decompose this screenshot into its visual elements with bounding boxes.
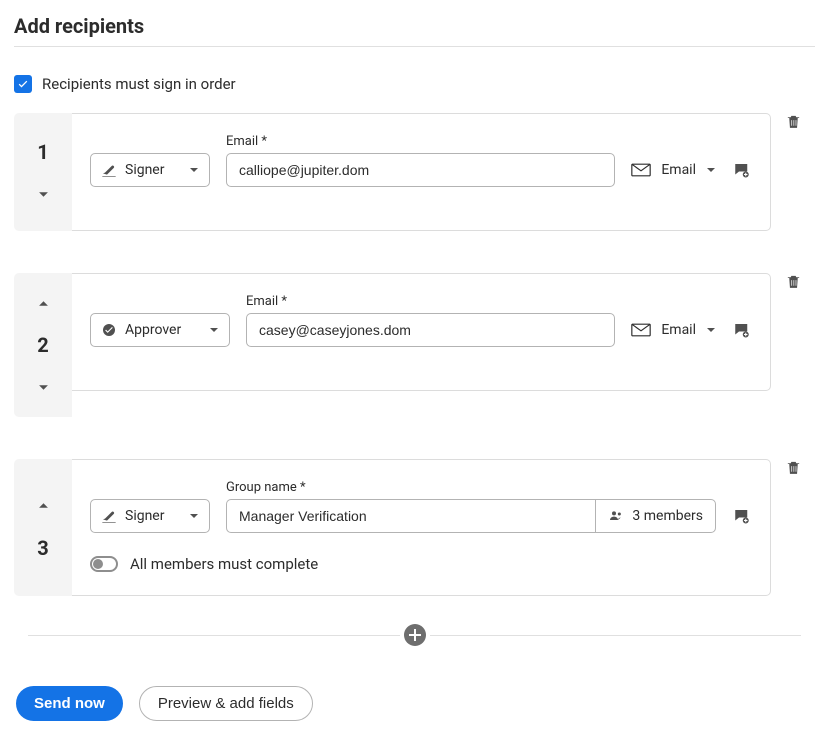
- email-field-wrap: Email *: [246, 294, 615, 347]
- sign-order-checkbox[interactable]: [14, 75, 32, 93]
- email-field-wrap: Email *: [226, 134, 615, 187]
- page-title: Add recipients: [14, 14, 815, 38]
- delivery-select[interactable]: Email: [631, 153, 716, 187]
- role-label: Signer: [125, 162, 181, 178]
- row-actions: [771, 459, 815, 476]
- private-message-button[interactable]: [732, 499, 752, 533]
- chevron-down-icon: [38, 382, 49, 393]
- email-field[interactable]: [226, 153, 615, 187]
- group-name-field[interactable]: [226, 499, 595, 533]
- delete-button[interactable]: [785, 273, 802, 290]
- mail-icon: [631, 163, 651, 177]
- move-down-button[interactable]: [33, 377, 53, 397]
- sign-order-row: Recipients must sign in order: [14, 75, 815, 93]
- email-label: Email *: [246, 294, 615, 309]
- email-label: Email *: [226, 134, 615, 149]
- chevron-down-icon: [706, 165, 716, 175]
- add-recipient-button[interactable]: [404, 624, 426, 646]
- members-label: 3 members: [632, 508, 703, 524]
- private-message-button[interactable]: [732, 313, 752, 347]
- role-select[interactable]: Approver: [90, 313, 230, 347]
- add-recipient-divider: [28, 624, 801, 646]
- pen-icon: [101, 508, 117, 524]
- role-select[interactable]: Signer: [90, 153, 210, 187]
- checkmark-icon: [17, 78, 29, 90]
- members-button[interactable]: 3 members: [595, 499, 716, 533]
- row-actions: [771, 113, 815, 130]
- chevron-up-icon: [38, 500, 49, 511]
- chevron-down-icon: [189, 511, 199, 521]
- toggle-knob: [93, 559, 103, 569]
- trash-icon: [785, 113, 802, 130]
- recipient-row: 1 Signer Email * Email: [14, 113, 815, 231]
- move-up-button[interactable]: [33, 496, 53, 516]
- preview-add-fields-button[interactable]: Preview & add fields: [139, 686, 313, 721]
- trash-icon: [785, 459, 802, 476]
- chevron-down-icon: [189, 165, 199, 175]
- message-plus-icon: [732, 507, 752, 525]
- order-column: 2: [14, 273, 72, 417]
- delete-button[interactable]: [785, 459, 802, 476]
- message-plus-icon: [732, 321, 752, 339]
- chevron-up-icon: [38, 298, 49, 309]
- pen-icon: [101, 162, 117, 178]
- chevron-down-icon: [38, 189, 49, 200]
- chevron-down-icon: [706, 325, 716, 335]
- all-members-toggle[interactable]: [90, 556, 118, 572]
- order-number: 2: [37, 333, 48, 357]
- move-down-button[interactable]: [33, 184, 53, 204]
- card-main-row: Signer Email * Email: [90, 134, 752, 187]
- send-now-button[interactable]: Send now: [16, 686, 123, 721]
- card-main-row: Approver Email * Email: [90, 294, 752, 347]
- all-members-toggle-row: All members must complete: [90, 555, 752, 573]
- all-members-label: All members must complete: [130, 555, 318, 573]
- recipient-card: Signer Group name * 3 members: [72, 459, 771, 596]
- delete-button[interactable]: [785, 113, 802, 130]
- private-message-button[interactable]: [732, 153, 752, 187]
- group-name-field-wrap: Group name * 3 members: [226, 480, 716, 533]
- delivery-select[interactable]: Email: [631, 313, 716, 347]
- recipient-card: Approver Email * Email: [72, 273, 771, 391]
- order-number: 1: [37, 140, 48, 164]
- delivery-label: Email: [661, 322, 696, 338]
- approver-icon: [101, 322, 117, 338]
- card-main-row: Signer Group name * 3 members: [90, 480, 752, 533]
- order-number: 3: [37, 536, 48, 560]
- heading-divider: [14, 46, 815, 47]
- recipient-card: Signer Email * Email: [72, 113, 771, 231]
- trash-icon: [785, 273, 802, 290]
- sign-order-label: Recipients must sign in order: [42, 75, 236, 93]
- plus-icon: [409, 629, 421, 641]
- recipient-row: 3 Signer Group name * 3 members: [14, 459, 815, 596]
- recipient-row: 2 Approver Email * Email: [14, 273, 815, 417]
- members-icon: [608, 508, 624, 524]
- move-up-button[interactable]: [33, 293, 53, 313]
- row-actions: [771, 273, 815, 290]
- email-field[interactable]: [246, 313, 615, 347]
- mail-icon: [631, 323, 651, 337]
- message-plus-icon: [732, 161, 752, 179]
- role-label: Signer: [125, 508, 181, 524]
- delivery-label: Email: [661, 162, 696, 178]
- footer-buttons: Send now Preview & add fields: [16, 686, 815, 721]
- role-select[interactable]: Signer: [90, 499, 210, 533]
- group-name-label: Group name *: [226, 480, 716, 495]
- divider-line: [430, 635, 802, 636]
- chevron-down-icon: [209, 325, 219, 335]
- divider-line: [28, 635, 400, 636]
- order-column: 1: [14, 113, 72, 231]
- order-column: 3: [14, 459, 72, 596]
- role-label: Approver: [125, 322, 201, 338]
